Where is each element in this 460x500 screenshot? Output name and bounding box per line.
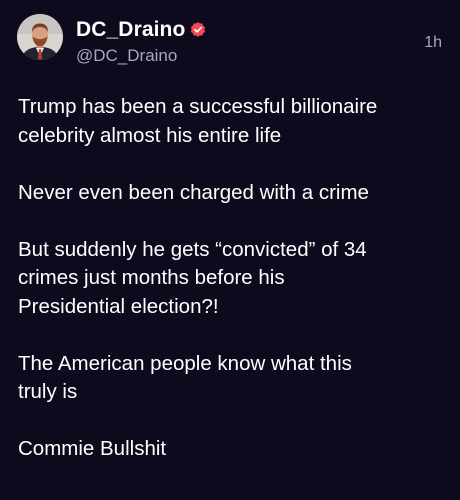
post-paragraph: Commie Bullshit [18, 437, 167, 460]
post-paragraph: But suddenly he gets “convicted” of 34 c… [18, 237, 367, 318]
post-body: Trump has been a successful billionaire … [18, 93, 446, 492]
post-paragraph: Trump has been a successful billionaire … [18, 95, 378, 147]
avatar[interactable] [17, 14, 63, 60]
user-handle[interactable]: @DC_Draino [76, 46, 177, 66]
post-paragraph: Never even been charged with a crime [18, 180, 369, 204]
author-row: DC_Draino [76, 17, 207, 43]
verified-badge-icon [189, 21, 207, 39]
display-name[interactable]: DC_Draino [76, 18, 185, 42]
post-card[interactable]: DC_Draino @DC_Draino 1h Trump has been a… [0, 0, 460, 500]
timestamp[interactable]: 1h [424, 34, 442, 52]
post-paragraph: The American people know what this truly… [18, 351, 352, 404]
